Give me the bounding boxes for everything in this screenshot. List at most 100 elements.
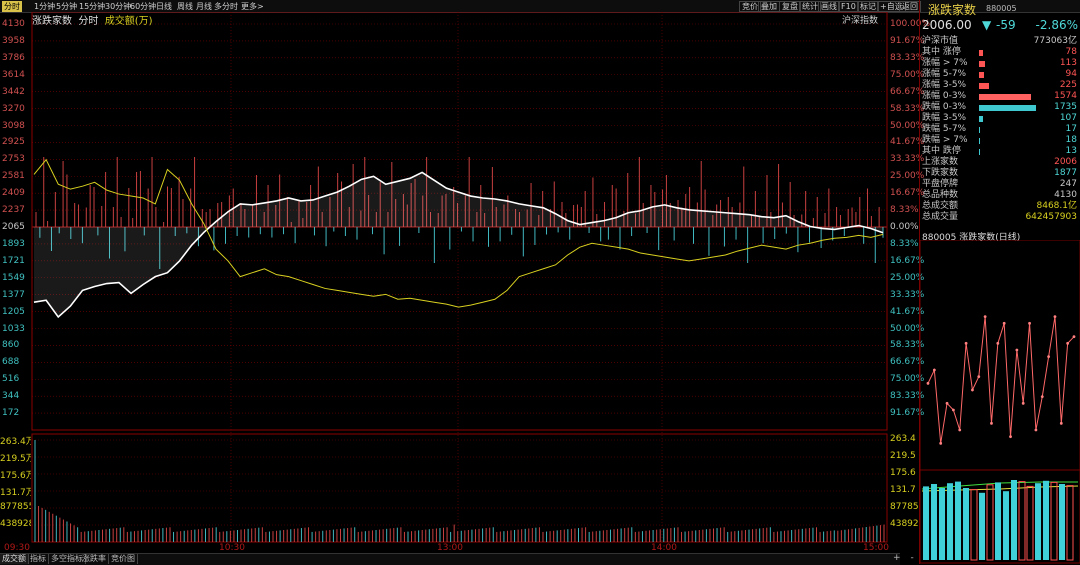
- period-tab-5[interactable]: 60分钟: [130, 1, 156, 12]
- daily-point: [945, 401, 949, 405]
- pct-tick-label: 41.67%: [890, 137, 925, 148]
- daily-vol-bar: [1035, 483, 1041, 560]
- pct-tick-label: 75.00%: [890, 69, 925, 80]
- intraday-chart[interactable]: [0, 12, 919, 553]
- daily-point: [1015, 348, 1019, 352]
- daily-vol-bar: [1043, 480, 1049, 560]
- breadth-row: 跌幅 0-3% 1735: [922, 102, 1077, 113]
- price-tick-label: 3614: [2, 69, 25, 80]
- breadth-bar: [979, 105, 1036, 111]
- pct-tick-label: 25.00%: [890, 171, 925, 182]
- price-tick-label: 860: [2, 340, 20, 351]
- side-header: 涨跌家数 880005: [920, 0, 1080, 18]
- time-tick-label: 09:30: [4, 543, 30, 553]
- price-tick-label: 3270: [2, 103, 25, 114]
- pct-tick-label: 66.67%: [890, 357, 925, 368]
- price-tick-label: 2237: [2, 205, 25, 216]
- pct-tick-label: 58.33%: [890, 103, 925, 114]
- grid: [31, 12, 888, 543]
- row-key: 涨幅 5-7%: [922, 69, 967, 79]
- pct-tick-label: 91.67%: [890, 408, 925, 419]
- pct-tick-label: 33.33%: [890, 289, 925, 300]
- pct-tick-label: 8.33%: [890, 238, 919, 249]
- breadth-row: 涨幅 > 7% 113: [922, 58, 1077, 69]
- pct-tick-label: 41.67%: [890, 306, 925, 317]
- bottom-tab-3[interactable]: 涨跌率: [80, 554, 109, 564]
- zoom-out-button[interactable]: -: [911, 553, 914, 563]
- last-price: 2006.00: [922, 18, 972, 32]
- period-tab-9[interactable]: 多分时: [214, 1, 238, 12]
- toolbar-button-5[interactable]: F10: [838, 1, 859, 12]
- daily-point: [1009, 435, 1012, 439]
- price-tick-label: 2753: [2, 154, 25, 165]
- daily-vol-bar: [979, 492, 985, 560]
- period-tab-8[interactable]: 月线: [196, 1, 212, 12]
- toolbar-button-1[interactable]: 叠加: [758, 1, 780, 12]
- daily-point: [939, 441, 943, 445]
- bottom-tab-1[interactable]: 指标: [28, 554, 49, 564]
- row-value: 78: [1065, 47, 1077, 57]
- pct-tick-label: 0.00%: [890, 222, 919, 232]
- daily-point: [1059, 421, 1063, 425]
- volume-bars: [34, 440, 885, 542]
- pct-tick-label: 58.33%: [890, 340, 925, 351]
- breadth-row: 跌幅 > 7% 18: [922, 135, 1077, 146]
- toolbar-button-4[interactable]: 画线: [818, 1, 840, 12]
- breadth-bar: [979, 116, 983, 122]
- index-code: 880005: [986, 4, 1017, 13]
- daily-point: [932, 368, 936, 372]
- period-tab-3[interactable]: 15分钟: [79, 1, 105, 12]
- daily-point: [1040, 395, 1044, 399]
- daily-chart[interactable]: [920, 240, 1080, 564]
- time-tick-label: 14:00: [651, 543, 677, 553]
- daily-point: [1034, 428, 1038, 432]
- toolbar-button-6[interactable]: 标记: [857, 1, 879, 12]
- daily-point: [1002, 321, 1006, 325]
- zoom-controls: + -: [893, 553, 924, 563]
- breadth-table: 沪深市值 773063亿 其中 涨停 78 涨幅 > 7% 113 涨幅 5-7% 94 涨幅 …: [920, 36, 1080, 228]
- pct-tick-label: 16.67%: [890, 188, 925, 199]
- row-key: 总成交额: [922, 201, 959, 211]
- price-tick-label: 516: [2, 374, 20, 385]
- quote-row: 2006.00 ▼ -59 -2.86%: [922, 18, 1078, 32]
- breadth-row: 跌幅 3-5% 107: [922, 113, 1077, 124]
- toolbar-button-2[interactable]: 复盘: [779, 1, 801, 12]
- price-tick-label: 688: [2, 357, 20, 368]
- period-tab-2[interactable]: 5分钟: [56, 1, 77, 12]
- index-title: 涨跌家数: [928, 3, 977, 17]
- pct-tick-label: 83.33%: [890, 52, 925, 63]
- row-key: 其中 涨停: [922, 47, 961, 57]
- volume-tick-label-right: 131.7: [890, 485, 916, 495]
- period-tab-10[interactable]: 更多>: [241, 1, 264, 12]
- volume-tick-label: 438928: [0, 519, 31, 529]
- volume-tick-label: 175.6万: [0, 471, 31, 481]
- daily-vol-bar: [963, 488, 969, 560]
- bottom-tab-0[interactable]: 成交额: [0, 554, 29, 564]
- side-panel: 涨跌家数 880005 2006.00 ▼ -59 -2.86% 沪深市值 773…: [919, 0, 1080, 564]
- row-key: 下跌家数: [922, 168, 959, 178]
- daily-point: [977, 375, 981, 379]
- period-tab-7[interactable]: 周线: [177, 1, 193, 12]
- row-value: 642457903: [1025, 212, 1077, 222]
- daily-vol-bar: [923, 486, 929, 560]
- breadth-row: 上涨家数 2006: [922, 157, 1077, 168]
- bottom-tab-4[interactable]: 竞价图: [109, 554, 138, 564]
- zoom-in-button[interactable]: +: [893, 553, 901, 563]
- period-tab-4[interactable]: 30分钟: [105, 1, 131, 12]
- period-tab-6[interactable]: 日线: [156, 1, 172, 12]
- row-value: 2006: [1054, 157, 1077, 167]
- row-key: 涨幅 0-3%: [922, 91, 967, 101]
- breadth-bar: [979, 83, 989, 89]
- daily-point: [971, 388, 974, 392]
- row-value: 17: [1065, 124, 1077, 134]
- period-tab-1[interactable]: 1分钟: [34, 1, 55, 12]
- period-tab-0[interactable]: 分时: [2, 1, 22, 12]
- time-tick-label: 13:00: [437, 543, 463, 553]
- price-change: -59: [996, 18, 1016, 32]
- time-tick-label: 10:30: [219, 543, 245, 553]
- pct-tick-label: 16.67%: [890, 255, 925, 266]
- row-key: 跌幅 5-7%: [922, 124, 967, 134]
- row-value: 247: [1059, 179, 1077, 189]
- toolbar-button-8[interactable]: 返回: [899, 1, 921, 12]
- volume-tick-label: 131.7万: [0, 488, 31, 498]
